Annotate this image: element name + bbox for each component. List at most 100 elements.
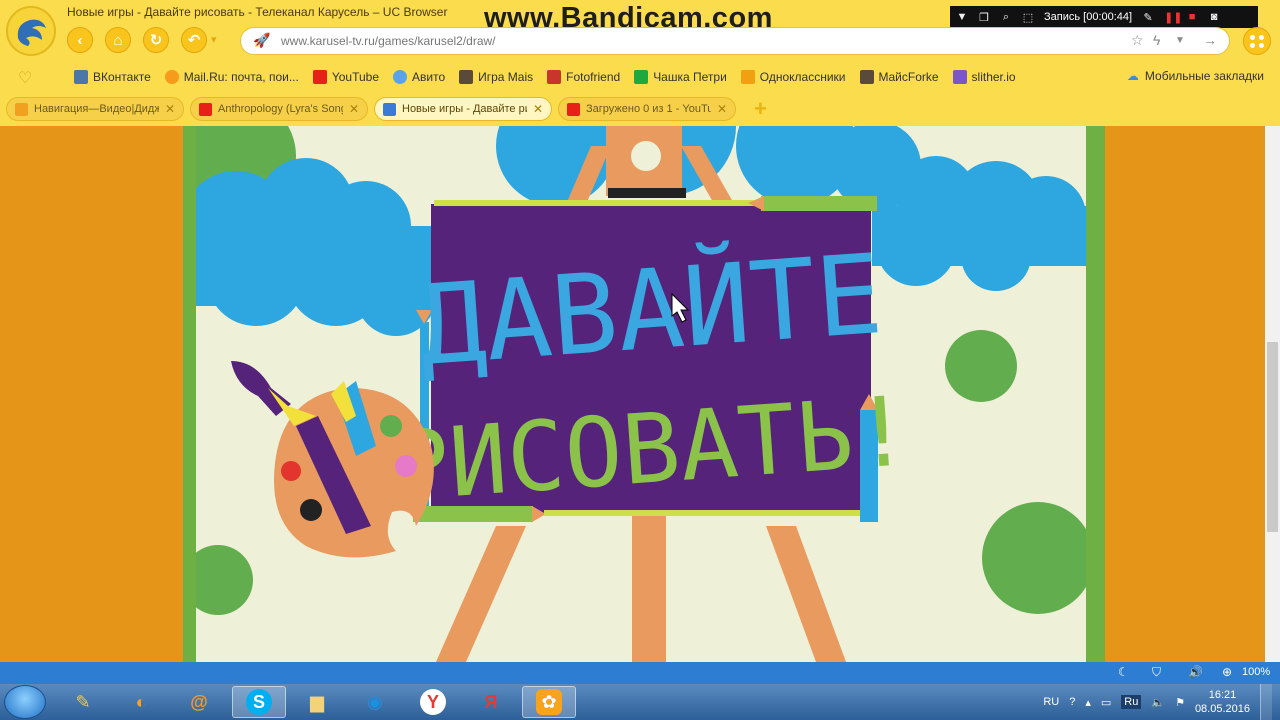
stop-icon[interactable]: ■ bbox=[1186, 11, 1198, 23]
youtube-icon bbox=[199, 102, 212, 116]
pause-icon[interactable]: ❚❚ bbox=[1164, 11, 1182, 24]
keyboard-layout[interactable]: Ru bbox=[1121, 695, 1142, 709]
easel-clip bbox=[608, 188, 686, 198]
plus-icon: + bbox=[754, 96, 767, 121]
bookmark-odnoklassniki[interactable]: Одноклассники bbox=[740, 70, 846, 84]
fotofriend-icon bbox=[547, 70, 562, 84]
menu-button[interactable] bbox=[1243, 27, 1271, 55]
taskbar-explorer[interactable]: ▆ bbox=[290, 686, 344, 718]
green-dot bbox=[945, 330, 1017, 402]
folder-icon: ▆ bbox=[310, 691, 324, 712]
tab-anthropology[interactable]: Anthropology (Lyra's Song ✕ bbox=[190, 97, 368, 121]
scrollbar-thumb[interactable] bbox=[1267, 342, 1278, 532]
undo-close-button[interactable]: ↶ bbox=[181, 27, 207, 53]
speaker-icon[interactable]: 🔈 bbox=[1151, 696, 1165, 709]
bookmark-fotofriend[interactable]: Fotofriend bbox=[547, 70, 620, 84]
address-bar[interactable]: 🚀 www.karusel-tv.ru/games/karusel2/draw/… bbox=[240, 27, 1230, 55]
night-mode-icon[interactable]: ☾ bbox=[1118, 665, 1129, 679]
flag-icon[interactable]: ⚑ bbox=[1175, 696, 1185, 709]
search-icon[interactable]: ⌕ bbox=[1000, 11, 1012, 24]
karusel-icon bbox=[383, 102, 396, 116]
tab-navigation[interactable]: Навигация—Видео|Дидж ✕ bbox=[6, 97, 184, 121]
tab-strip: Навигация—Видео|Дидж ✕ Anthropology (Lyr… bbox=[6, 97, 736, 121]
bookmark-igra-mais[interactable]: Игра Mais bbox=[459, 70, 533, 84]
taskbar-skype[interactable]: S bbox=[232, 686, 286, 718]
bookmark-avito[interactable]: Авито bbox=[393, 70, 445, 84]
green-dot bbox=[196, 545, 253, 615]
slither-icon bbox=[952, 70, 967, 84]
start-button[interactable] bbox=[4, 685, 46, 719]
close-icon[interactable]: ✕ bbox=[349, 102, 359, 116]
tab-youtube-upload[interactable]: Загружено 0 из 1 - YouTube ✕ bbox=[558, 97, 736, 121]
bookmark-youtube[interactable]: YouTube bbox=[312, 70, 379, 84]
bookmark-slither[interactable]: slither.io bbox=[952, 70, 1016, 84]
go-arrow-icon[interactable]: → bbox=[1203, 32, 1217, 48]
media-icon: ◉ bbox=[367, 691, 383, 712]
music-icon bbox=[740, 70, 755, 84]
tab-karusel-draw[interactable]: Новые игры - Давайте рисо ✕ bbox=[374, 97, 552, 121]
clock[interactable]: 16:21 08.05.2016 bbox=[1195, 688, 1250, 716]
window-icon[interactable]: ❐ bbox=[978, 11, 990, 24]
close-icon[interactable]: ✕ bbox=[165, 102, 175, 116]
home-icon: ⌂ bbox=[113, 31, 123, 49]
uc-browser-logo[interactable] bbox=[6, 6, 56, 56]
zoom-icon[interactable]: ⊕ bbox=[1222, 665, 1232, 679]
bookmark-vkontakte[interactable]: ВКонтакте bbox=[74, 70, 151, 84]
taskbar-yandex[interactable]: Я bbox=[464, 686, 518, 718]
network-icon[interactable]: ▭ bbox=[1101, 696, 1111, 709]
chevron-down-icon[interactable]: ▼ bbox=[1175, 35, 1185, 46]
avito-icon bbox=[393, 70, 407, 84]
chevron-down-icon[interactable]: ▾ bbox=[211, 33, 217, 46]
star-icon[interactable]: ☆ bbox=[1131, 32, 1144, 49]
recording-status: Запись [00:00:44] bbox=[1044, 11, 1133, 23]
show-desktop-button[interactable] bbox=[1260, 684, 1272, 720]
refresh-button[interactable]: ↻ bbox=[143, 27, 169, 53]
tray-arrow-icon[interactable]: ▴ bbox=[1085, 696, 1091, 709]
draw-title-illustration: ДАВАЙТЕ РИСОВАТЬ! bbox=[196, 126, 1086, 662]
taskbar-media[interactable]: ◉ bbox=[348, 686, 402, 718]
url-text[interactable]: www.karusel-tv.ru/games/karusel2/draw/ bbox=[281, 34, 496, 48]
clock-time: 16:21 bbox=[1208, 689, 1237, 701]
pencil-bottom bbox=[544, 510, 860, 516]
squirrel-icon: ◐ bbox=[135, 691, 147, 712]
game-icon bbox=[459, 70, 474, 84]
new-tab-button[interactable]: + bbox=[754, 96, 767, 122]
game-icon bbox=[859, 70, 874, 84]
close-icon[interactable]: ✕ bbox=[717, 102, 727, 116]
page-scrollbar[interactable] bbox=[1265, 126, 1280, 662]
bookmark-chashka-petri[interactable]: Чашка Петри bbox=[634, 70, 727, 84]
taskbar-paint[interactable]: ✎ bbox=[56, 686, 110, 718]
bookmark-maycforke[interactable]: MaйcForke bbox=[859, 70, 939, 84]
back-button[interactable]: ‹ bbox=[67, 27, 93, 53]
taskbar-uc-browser[interactable]: ✿ bbox=[522, 686, 576, 718]
home-button[interactable]: ⌂ bbox=[105, 27, 131, 53]
system-tray: RU ? ▴ ▭ Ru 🔈 ⚑ 16:21 08.05.2016 bbox=[1043, 684, 1280, 720]
bookmarks-bar: ВКонтакте Mail.Ru: почта, пои... YouTube… bbox=[0, 66, 1280, 88]
dropdown-icon[interactable]: ▼ bbox=[956, 11, 968, 23]
input-language[interactable]: RU bbox=[1043, 696, 1059, 708]
close-icon[interactable]: ✕ bbox=[533, 102, 543, 116]
tab-favicon-icon bbox=[15, 102, 28, 116]
camera-icon[interactable]: ◙ bbox=[1208, 11, 1220, 23]
pencil-icon[interactable]: ✎ bbox=[1142, 11, 1154, 24]
zoom-level[interactable]: 100% bbox=[1242, 666, 1270, 678]
volume-icon[interactable]: 🔊 bbox=[1188, 665, 1203, 679]
game-canvas[interactable]: ДАВАЙТЕ РИСОВАТЬ! bbox=[196, 126, 1086, 662]
help-icon[interactable]: ? bbox=[1069, 696, 1075, 708]
youtube-icon bbox=[567, 102, 580, 116]
shield-icon[interactable]: ⛉ bbox=[1152, 665, 1161, 680]
mail-icon bbox=[164, 70, 179, 84]
bookmark-mailru[interactable]: Mail.Ru: почта, пои... bbox=[164, 70, 299, 84]
lightning-icon[interactable]: ϟ bbox=[1153, 32, 1160, 48]
browser-chrome: Новые игры - Давайте рисовать - Телекана… bbox=[0, 0, 1280, 126]
taskbar-yandex-browser[interactable]: Y bbox=[406, 686, 460, 718]
arrow-left-icon: ‹ bbox=[77, 31, 83, 49]
taskbar-uc-browser-pin[interactable]: ◐ bbox=[114, 686, 168, 718]
paint-palette bbox=[231, 361, 434, 558]
mobile-bookmarks[interactable]: ☁ Мобильные закладки bbox=[1127, 69, 1264, 83]
region-icon[interactable]: ⬚ bbox=[1022, 11, 1034, 24]
taskbar-mail-agent[interactable]: @ bbox=[172, 686, 226, 718]
recorder-toolbar: ▼ ❐ ⌕ ⬚ Запись [00:00:44] ✎ ❚❚ ■ ◙ bbox=[950, 6, 1258, 28]
vk-icon bbox=[74, 70, 88, 84]
clock-date: 08.05.2016 bbox=[1194, 703, 1250, 715]
